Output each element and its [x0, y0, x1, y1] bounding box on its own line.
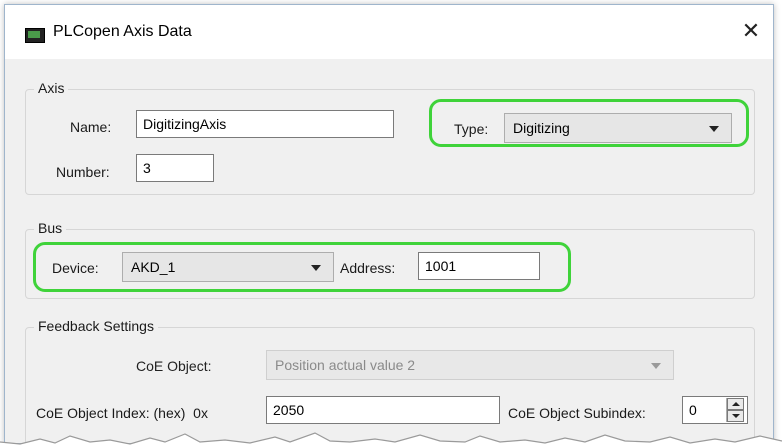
type-select-value: Digitizing [513, 120, 570, 136]
title-bar: PLCopen Axis Data ✕ [5, 5, 773, 59]
bus-legend: Bus [34, 220, 67, 236]
number-field[interactable] [136, 154, 214, 182]
coe-index-field[interactable] [266, 396, 500, 424]
name-field[interactable] [136, 110, 394, 138]
chevron-down-icon [311, 265, 321, 271]
address-field[interactable] [418, 252, 540, 280]
device-select[interactable]: AKD_1 [122, 252, 334, 282]
coe-object-label: CoE Object: [136, 358, 212, 374]
feedback-group: Feedback Settings CoE Object: Position a… [25, 318, 755, 443]
torn-edge [0, 432, 782, 448]
close-icon[interactable]: ✕ [737, 17, 765, 45]
name-label: Name: [70, 119, 112, 135]
spin-up-icon[interactable] [727, 398, 744, 410]
dialog-title: PLCopen Axis Data [53, 23, 192, 40]
axis-legend: Axis [34, 80, 69, 96]
type-label: Type: [454, 121, 489, 137]
number-label: Number: [56, 164, 110, 180]
device-select-value: AKD_1 [131, 259, 176, 275]
coe-object-select-value: Position actual value 2 [275, 357, 416, 373]
coe-subindex-spinner[interactable] [726, 398, 745, 422]
coe-object-select: Position actual value 2 [266, 350, 674, 380]
bus-group: Bus Device: AKD_1 Address: [25, 220, 755, 299]
axis-group: Axis Name: Type: Digitizing Number: [25, 80, 755, 195]
plcopen-axis-data-dialog: PLCopen Axis Data ✕ Axis Name: Type: Dig… [4, 4, 774, 444]
coe-subindex-label: CoE Object Subindex: [508, 405, 646, 421]
chevron-down-icon [651, 363, 661, 369]
chevron-down-icon [709, 126, 719, 132]
spin-down-icon[interactable] [727, 410, 744, 422]
feedback-legend: Feedback Settings [34, 318, 158, 334]
type-select[interactable]: Digitizing [504, 113, 732, 143]
coe-index-label: CoE Object Index: (hex) 0x [36, 405, 208, 421]
address-label: Address: [340, 260, 396, 276]
device-label: Device: [52, 260, 99, 276]
monitor-icon [25, 28, 45, 43]
